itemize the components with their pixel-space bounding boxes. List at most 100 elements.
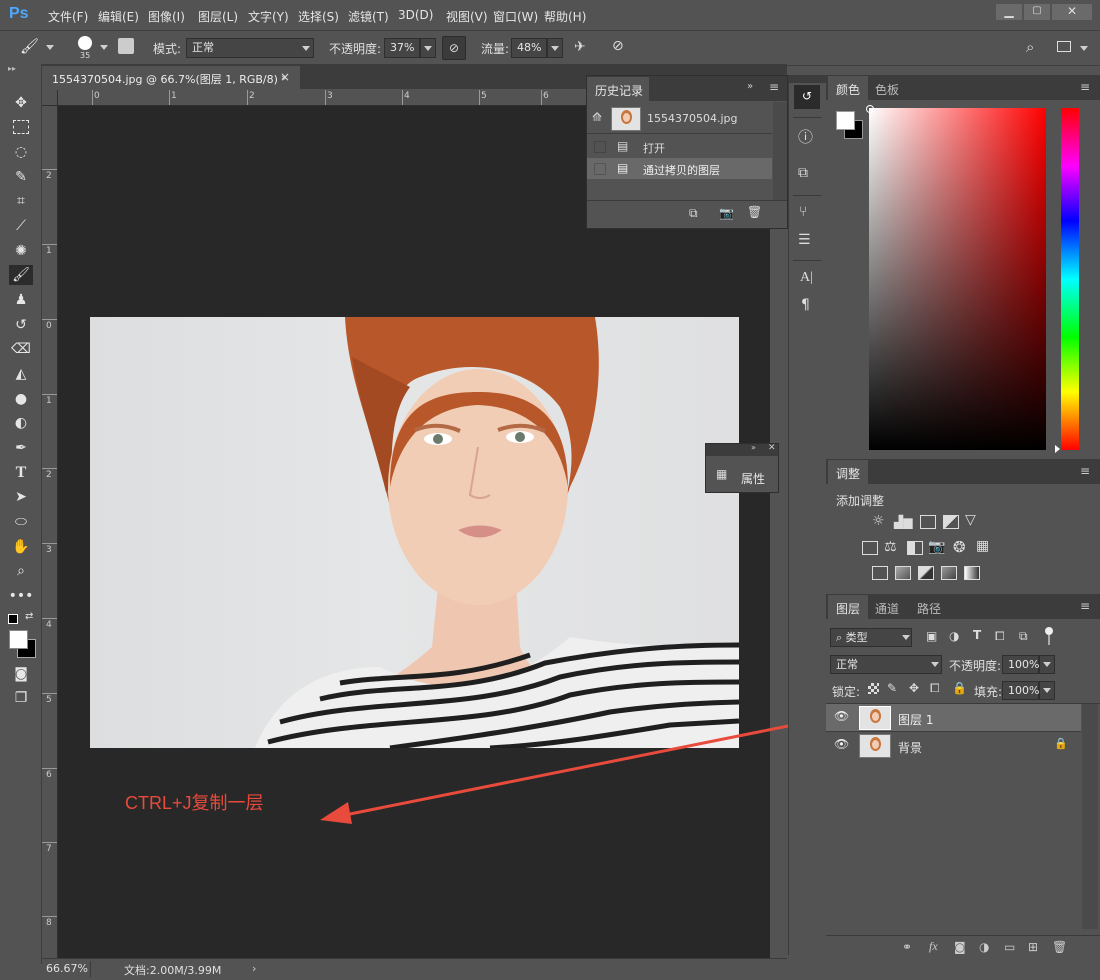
invert-icon[interactable] xyxy=(872,566,888,580)
adjustments-tab[interactable]: 调整 xyxy=(828,460,868,484)
filter-toggle[interactable] xyxy=(1045,627,1053,635)
move-tool-icon[interactable]: ✥ xyxy=(9,93,33,113)
document-info[interactable]: 文档:2.00M/3.99M xyxy=(124,962,221,978)
menu-item[interactable]: 图像(I) xyxy=(148,8,185,25)
delete-state-icon[interactable]: 🗑 xyxy=(747,205,762,219)
history-snapshot-row[interactable]: ⟰ 1554370504.jpg xyxy=(587,104,772,132)
layer-row[interactable]: 👁 背景 🔒 xyxy=(826,731,1081,759)
layers-tab[interactable]: 图层 xyxy=(828,595,868,619)
color-lookup-icon[interactable]: ▦ xyxy=(976,538,989,554)
filter-pixel-icon[interactable]: ▣ xyxy=(926,629,937,643)
path-select-tool-icon[interactable]: ➤ xyxy=(9,487,33,507)
panel-menu-icon[interactable]: ≡ xyxy=(769,80,779,94)
history-brush-tool-icon[interactable]: ↺ xyxy=(9,315,33,335)
brush-preset-icon[interactable] xyxy=(78,36,92,50)
zoom-level[interactable]: 66.67% xyxy=(46,962,88,975)
photo-filter-icon[interactable]: 📷 xyxy=(928,539,945,555)
panel-menu-icon[interactable]: ≡ xyxy=(1080,80,1090,94)
stamp-tool-icon[interactable]: ♟ xyxy=(9,290,33,310)
hue-slider[interactable] xyxy=(1061,108,1079,450)
menu-item[interactable]: 滤镜(T) xyxy=(348,8,389,25)
layer-opacity-input[interactable]: 100% xyxy=(1002,655,1039,674)
filter-smart-object-icon[interactable]: ⧉ xyxy=(1019,629,1028,644)
menu-item[interactable]: 视图(V) xyxy=(446,8,488,25)
panel-menu-icon[interactable]: ≡ xyxy=(1080,464,1090,478)
menu-item[interactable]: 3D(D) xyxy=(398,8,433,22)
lock-all-icon[interactable]: 🔒 xyxy=(952,681,967,695)
pressure-size-icon[interactable]: ⊘ xyxy=(612,38,624,54)
layer-style-icon[interactable]: fx xyxy=(929,939,938,954)
crop-tool-icon[interactable]: ⌗ xyxy=(9,191,33,211)
character-dock-icon[interactable]: A| xyxy=(800,270,813,286)
eyedropper-tool-icon[interactable]: ⟋ xyxy=(9,216,33,236)
panel-close-icon[interactable]: ✕ xyxy=(768,443,776,453)
color-field[interactable] xyxy=(869,108,1046,450)
new-group-icon[interactable]: ▭ xyxy=(1004,940,1015,954)
foreground-color-swatch[interactable] xyxy=(9,630,28,649)
link-layers-icon[interactable]: ⚭ xyxy=(902,940,912,954)
menu-item[interactable]: 窗口(W) xyxy=(493,8,538,25)
paint-bucket-tool-icon[interactable]: ◭ xyxy=(9,364,33,384)
swap-colors-icon[interactable]: ⇄ xyxy=(25,611,33,622)
properties-icon[interactable]: ▦ xyxy=(716,467,727,481)
menu-item[interactable]: 文件(F) xyxy=(48,8,88,25)
pressure-opacity-icon[interactable]: ⊘ xyxy=(442,36,466,60)
panel-collapse-icon[interactable]: » xyxy=(747,81,753,92)
status-arrow-icon[interactable]: › xyxy=(252,962,256,975)
new-document-from-state-icon[interactable]: ⧉ xyxy=(689,206,698,221)
eraser-tool-icon[interactable]: ⌫ xyxy=(9,339,33,359)
channels-tab[interactable]: 通道 xyxy=(875,600,899,617)
flow-input[interactable]: 48% xyxy=(511,38,547,58)
screen-mode-icon[interactable]: ❐ xyxy=(9,688,33,708)
posterize-icon[interactable] xyxy=(895,566,911,580)
gradient-map-icon[interactable] xyxy=(964,566,980,580)
color-balance-icon[interactable]: ⚖ xyxy=(884,539,897,555)
swatches-tab[interactable]: 色板 xyxy=(875,81,899,98)
filter-shape-icon[interactable]: ⧠ xyxy=(995,629,1005,644)
color-tab[interactable]: 颜色 xyxy=(828,76,868,100)
history-dock-icon[interactable]: ↺ xyxy=(794,85,820,109)
vibrance-icon[interactable]: ▽ xyxy=(965,512,976,528)
close-window-button[interactable]: ✕ xyxy=(1052,4,1092,20)
brush-settings-dock-icon[interactable]: ⑂ xyxy=(799,204,807,220)
adjustments-dock-icon[interactable]: ☰ xyxy=(798,232,811,248)
layer-name[interactable]: 背景 xyxy=(898,739,922,756)
hue-saturation-icon[interactable] xyxy=(862,541,878,555)
filter-adjustment-icon[interactable]: ◑ xyxy=(949,629,959,643)
menu-item[interactable]: 帮助(H) xyxy=(544,8,586,25)
new-layer-icon[interactable]: ⊞ xyxy=(1028,940,1038,954)
panel-menu-icon[interactable]: ≡ xyxy=(1080,599,1090,613)
color-fg-swatch[interactable] xyxy=(836,111,855,130)
search-icon[interactable]: ⌕ xyxy=(1026,38,1034,56)
levels-icon[interactable]: ▟▆ xyxy=(894,515,912,529)
black-white-icon[interactable] xyxy=(907,541,923,555)
menu-item[interactable]: 文字(Y) xyxy=(248,8,289,25)
type-tool-icon[interactable]: T xyxy=(9,463,33,483)
brush-tool-icon[interactable]: 🖌 xyxy=(9,265,33,285)
hand-tool-icon[interactable]: ✋ xyxy=(9,537,33,557)
paths-tab[interactable]: 路径 xyxy=(917,600,941,617)
blend-mode-select[interactable]: 正常 xyxy=(830,655,942,674)
history-item-active[interactable]: ▤ 通过拷贝的图层 xyxy=(587,158,772,179)
clone-source-dock-icon[interactable]: ⧉ xyxy=(798,165,808,181)
curves-icon[interactable] xyxy=(920,515,936,529)
zoom-tool-icon[interactable]: ⌕ xyxy=(9,561,33,581)
airbrush-icon[interactable]: ✈ xyxy=(574,39,586,55)
history-brush-source-icon[interactable]: ⟰ xyxy=(592,110,602,124)
lasso-tool-icon[interactable]: ◌ xyxy=(9,142,33,162)
lock-transparent-icon[interactable] xyxy=(868,683,879,694)
layer-row[interactable]: 👁 图层 1 xyxy=(826,704,1081,731)
document-close-icon[interactable]: × xyxy=(280,70,290,84)
paragraph-dock-icon[interactable]: ¶ xyxy=(801,297,810,313)
layers-scrollbar[interactable] xyxy=(1082,704,1098,929)
filter-type-icon[interactable]: T xyxy=(973,628,981,642)
menu-item[interactable]: 编辑(E) xyxy=(98,8,139,25)
selective-color-icon[interactable] xyxy=(941,566,957,580)
shape-tool-icon[interactable]: ⬭ xyxy=(9,512,33,532)
brush-tool-icon[interactable]: 🖌 xyxy=(20,37,42,57)
add-mask-icon[interactable]: ◙ xyxy=(954,940,966,954)
toolbar-collapse-icon[interactable]: ▸▸ xyxy=(8,64,16,73)
visibility-eye-icon[interactable]: 👁 xyxy=(834,737,849,751)
quick-select-tool-icon[interactable]: ✎ xyxy=(9,167,33,187)
dodge-tool-icon[interactable]: ◐ xyxy=(9,413,33,433)
